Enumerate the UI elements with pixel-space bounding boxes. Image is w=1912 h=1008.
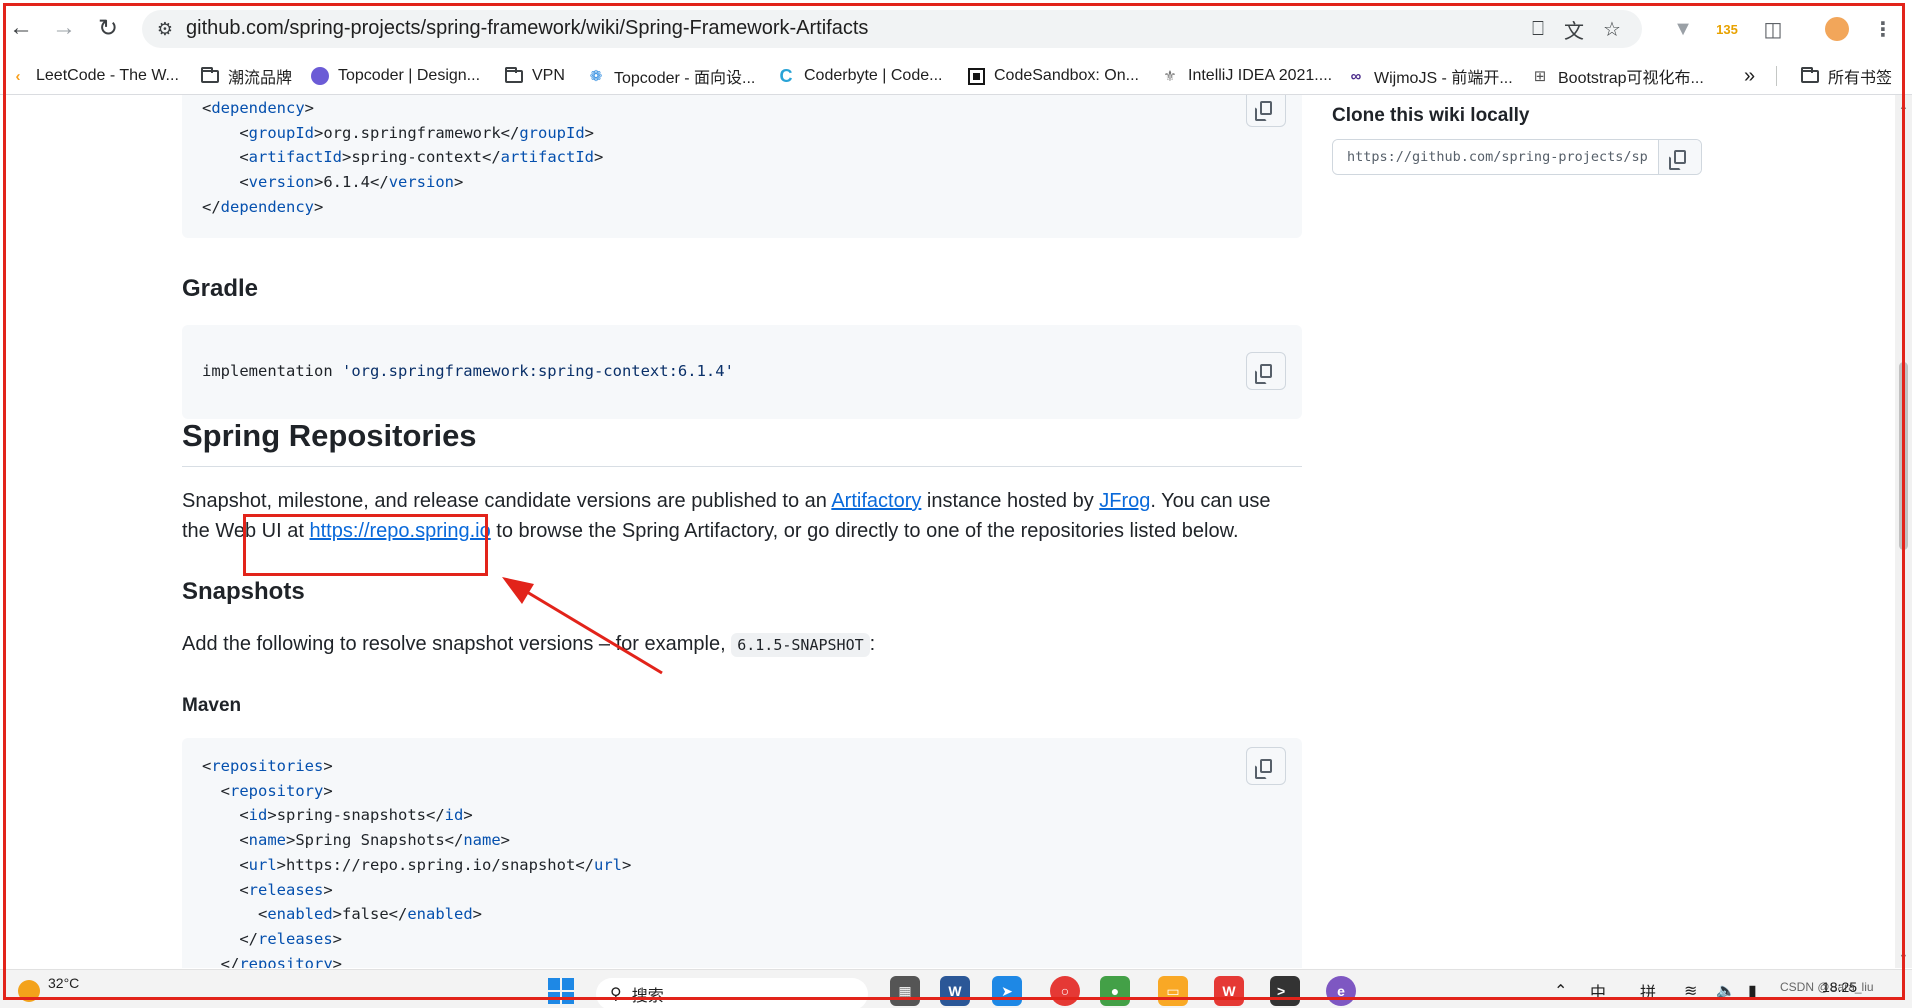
annotation-arrow-head [502, 577, 534, 604]
annotation-arrow [502, 577, 663, 675]
annotation-arrow-shaft [511, 581, 663, 675]
